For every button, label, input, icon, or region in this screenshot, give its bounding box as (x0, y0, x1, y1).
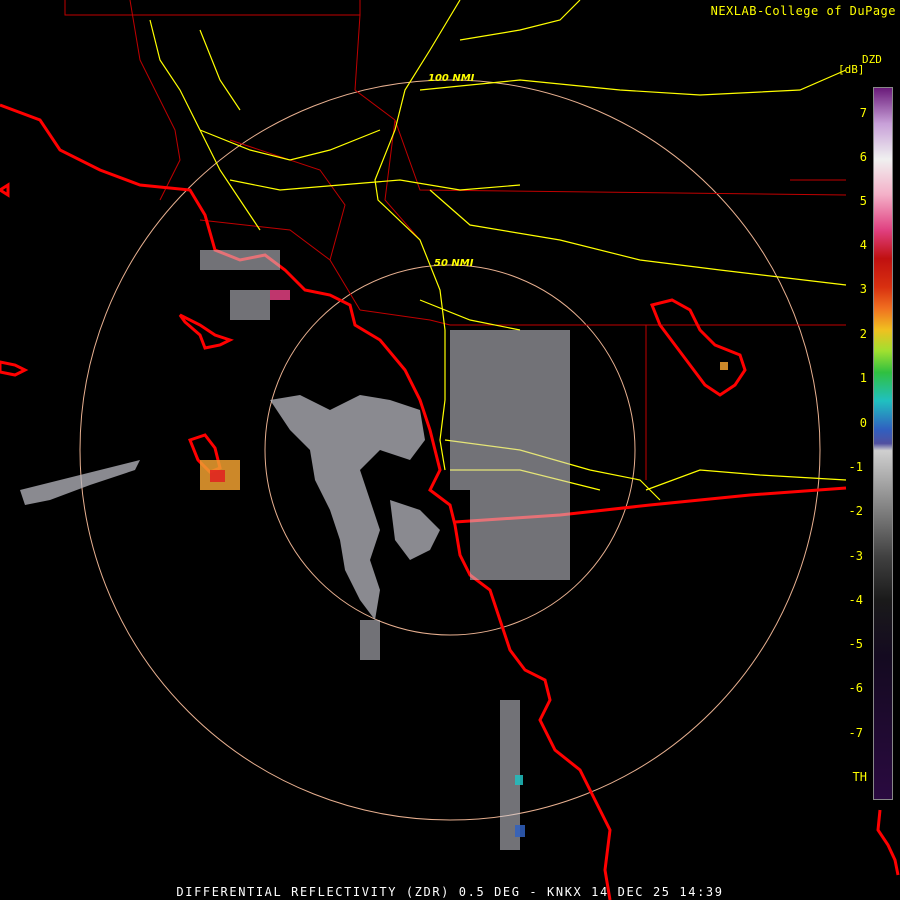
legend-tick: -6 (848, 681, 863, 695)
legend-tick: 0 (859, 416, 867, 430)
legend-tick: -4 (848, 593, 863, 607)
legend-tick: -3 (848, 549, 863, 563)
legend-tick: 4 (859, 238, 867, 252)
legend-tick: 2 (859, 327, 867, 341)
legend-tick: 1 (859, 371, 867, 385)
credit-label: NEXLAB-College of DuPage (710, 4, 896, 18)
legend-tick: -7 (848, 726, 863, 740)
legend-tick: -5 (848, 637, 863, 651)
legend-tick: 7 (859, 106, 867, 120)
product-code: DZD (862, 53, 882, 66)
radar-display: NEXLAB-College of DuPage DZD [dB] 100 NM… (0, 0, 900, 900)
range-label-100: 100 NMI (428, 73, 475, 84)
range-label-50: 50 NMI (434, 258, 474, 269)
coastline-border (0, 103, 900, 900)
legend-unit: [dB] (838, 63, 865, 76)
product-footer: DIFFERENTIAL REFLECTIVITY (ZDR) 0.5 DEG … (176, 885, 724, 899)
legend-tick: -1 (848, 460, 863, 474)
radar-echoes (20, 395, 440, 620)
legend-tick: 3 (859, 282, 867, 296)
color-scale-bar (873, 87, 893, 800)
legend-tick: TH (852, 770, 867, 784)
legend-tick: -2 (848, 504, 863, 518)
radar-echo-speckle (200, 250, 570, 850)
legend-tick: 5 (859, 194, 867, 208)
legend-tick: 6 (859, 150, 867, 164)
radar-map (0, 0, 900, 900)
